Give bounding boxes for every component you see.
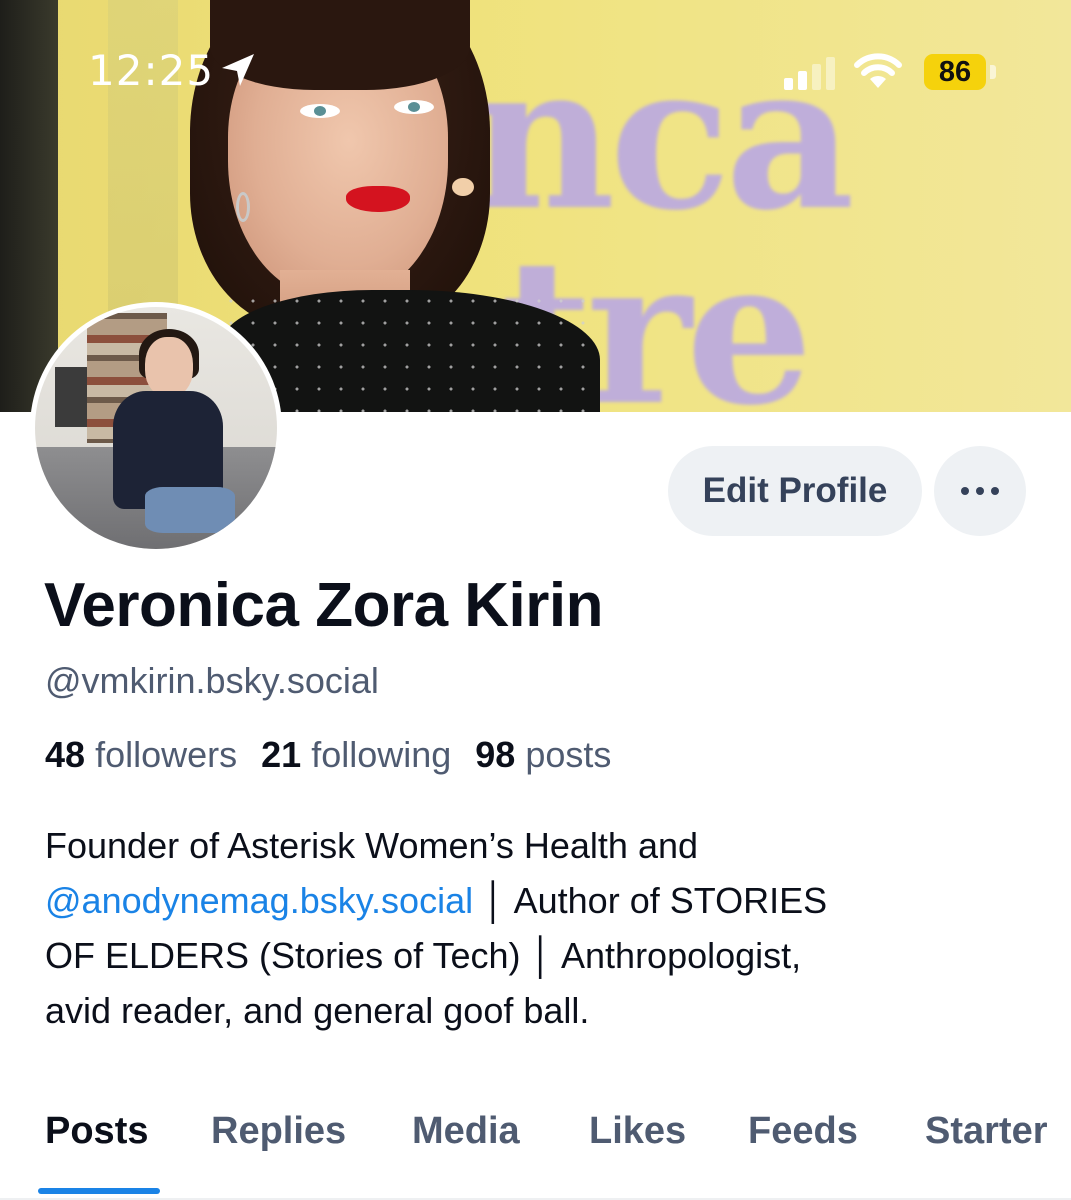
display-name: Veronica Zora Kirin: [44, 571, 604, 640]
battery-indicator: 86: [924, 54, 986, 90]
status-time: 12:25: [88, 46, 215, 95]
followers-count: 48: [45, 734, 86, 775]
bio-line: @anodynemag.bsky.social │ Author of STOR…: [45, 873, 1005, 928]
posts-label: posts: [525, 734, 612, 775]
tab-likes[interactable]: Likes: [589, 1110, 686, 1153]
bio-text: │ Author of STORIES: [473, 880, 828, 921]
avatar-person-face: [145, 337, 193, 397]
profile-tab-bar: Posts Replies Media Likes Feeds Starter: [0, 1100, 1071, 1200]
banner-person-eye: [300, 104, 340, 118]
banner-person-eye: [394, 100, 434, 114]
followers-link[interactable]: 48 followers: [45, 734, 237, 775]
battery-nub: [990, 65, 996, 79]
avatar-person-jeans: [145, 487, 235, 533]
followers-label: followers: [95, 734, 238, 775]
ellipsis-icon: [961, 487, 999, 495]
bio-line: Founder of Asterisk Women’s Health and: [45, 825, 699, 866]
banner-person-earring: [236, 192, 250, 222]
banner-person-lips: [346, 186, 410, 212]
tab-feeds[interactable]: Feeds: [748, 1110, 858, 1153]
edit-profile-button[interactable]: Edit Profile: [668, 446, 922, 536]
location-arrow-icon: [222, 54, 254, 86]
posts-count: 98: [475, 734, 516, 775]
profile-avatar[interactable]: [30, 302, 282, 554]
bio-line: OF ELDERS (Stories of Tech) │ Anthropolo…: [45, 935, 802, 976]
profile-handle: @vmkirin.bsky.social: [45, 660, 379, 701]
posts-stat: 98 posts: [475, 734, 611, 775]
following-link[interactable]: 21 following: [261, 734, 451, 775]
wifi-icon: [854, 53, 902, 88]
banner-backdrop: [0, 0, 58, 412]
tab-media[interactable]: Media: [412, 1110, 520, 1153]
tab-posts[interactable]: Posts: [45, 1110, 148, 1153]
bio-line: avid reader, and general goof ball.: [45, 990, 590, 1031]
active-tab-indicator: [38, 1188, 160, 1194]
bio-mention-link[interactable]: @anodynemag.bsky.social: [45, 880, 473, 921]
following-label: following: [311, 734, 452, 775]
more-options-button[interactable]: [934, 446, 1026, 536]
profile-stats: 48 followers 21 following 98 posts: [45, 734, 611, 776]
banner-headset-mic: [452, 178, 474, 196]
profile-screen: nca tre 12:25 86 Edit Profile Veronica Z…: [0, 0, 1071, 1200]
cellular-signal-icon: [784, 57, 835, 90]
avatar-photo: [35, 307, 277, 549]
tab-starter[interactable]: Starter: [925, 1110, 1048, 1153]
following-count: 21: [261, 734, 302, 775]
profile-bio: Founder of Asterisk Women’s Health and @…: [45, 818, 1005, 1038]
tab-replies[interactable]: Replies: [211, 1110, 346, 1153]
